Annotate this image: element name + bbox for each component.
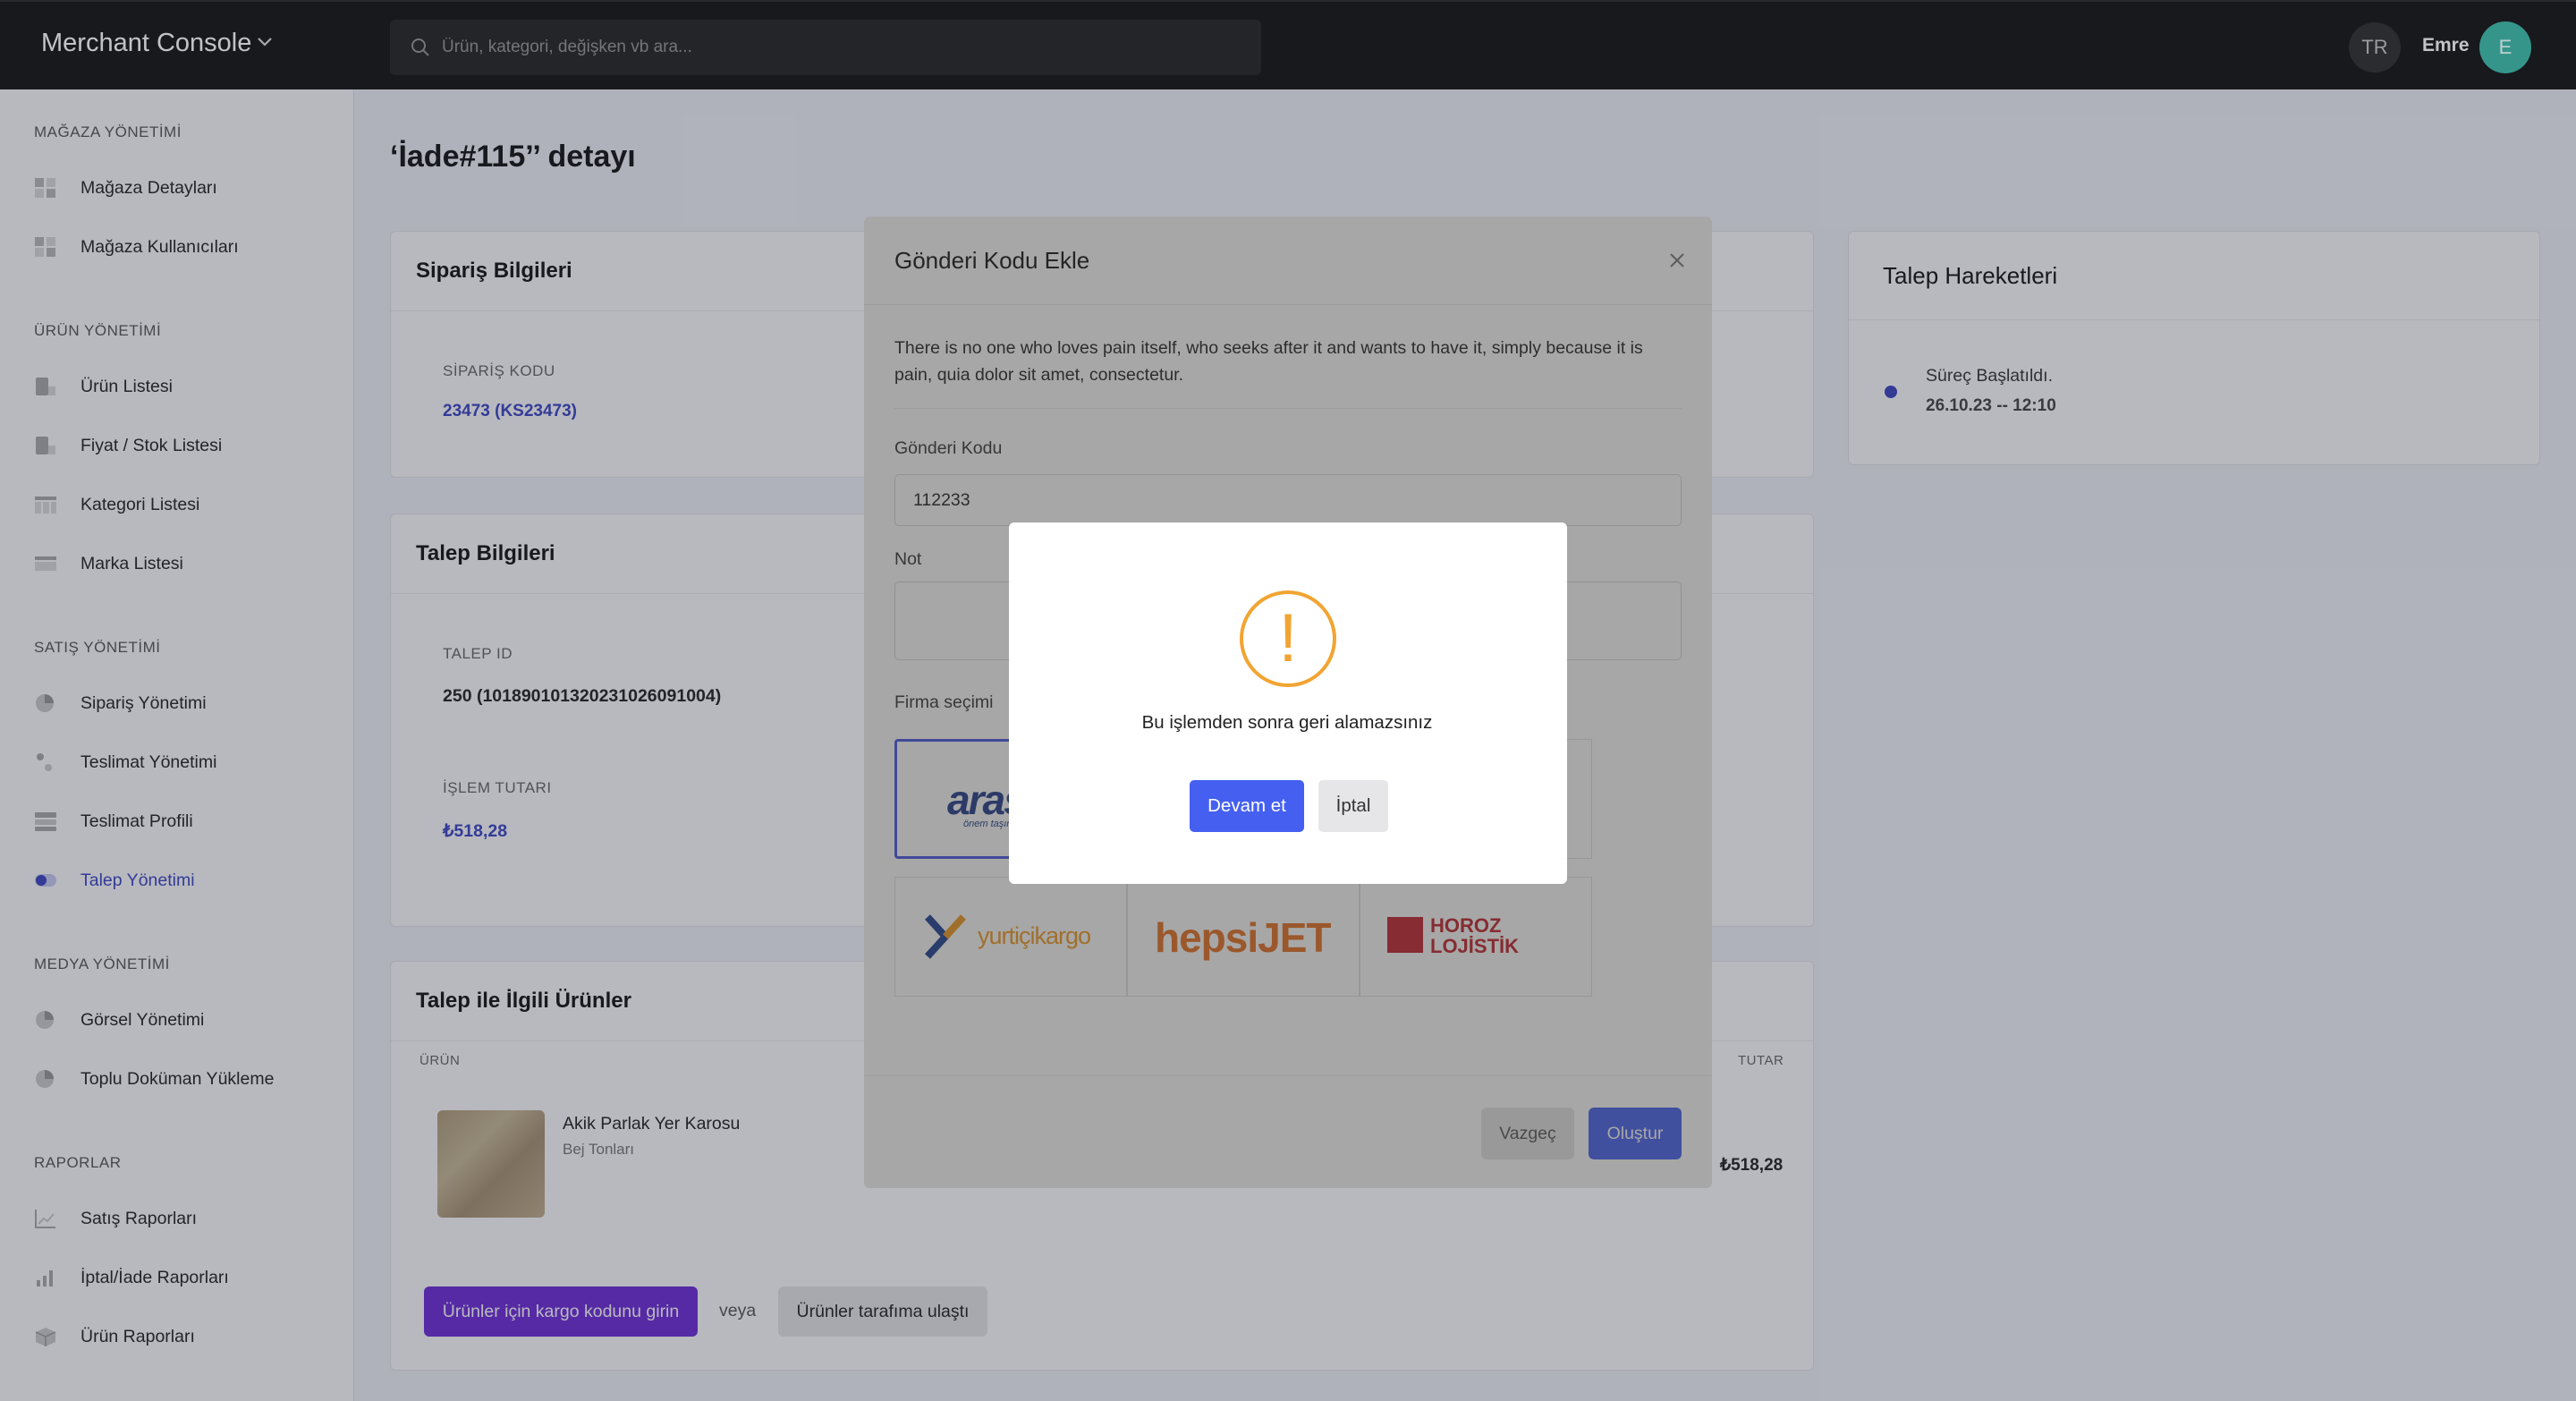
warning-icon: ! <box>1240 590 1336 687</box>
confirm-dialog: ! Bu işlemden sonra geri alamazsınız Dev… <box>1009 522 1567 884</box>
confirm-cancel-button[interactable]: İptal <box>1318 780 1388 832</box>
confirm-continue-button[interactable]: Devam et <box>1190 780 1304 832</box>
confirm-message: Bu işlemden sonra geri alamazsınız <box>1141 712 1433 733</box>
topbar-overlay <box>0 0 2576 89</box>
